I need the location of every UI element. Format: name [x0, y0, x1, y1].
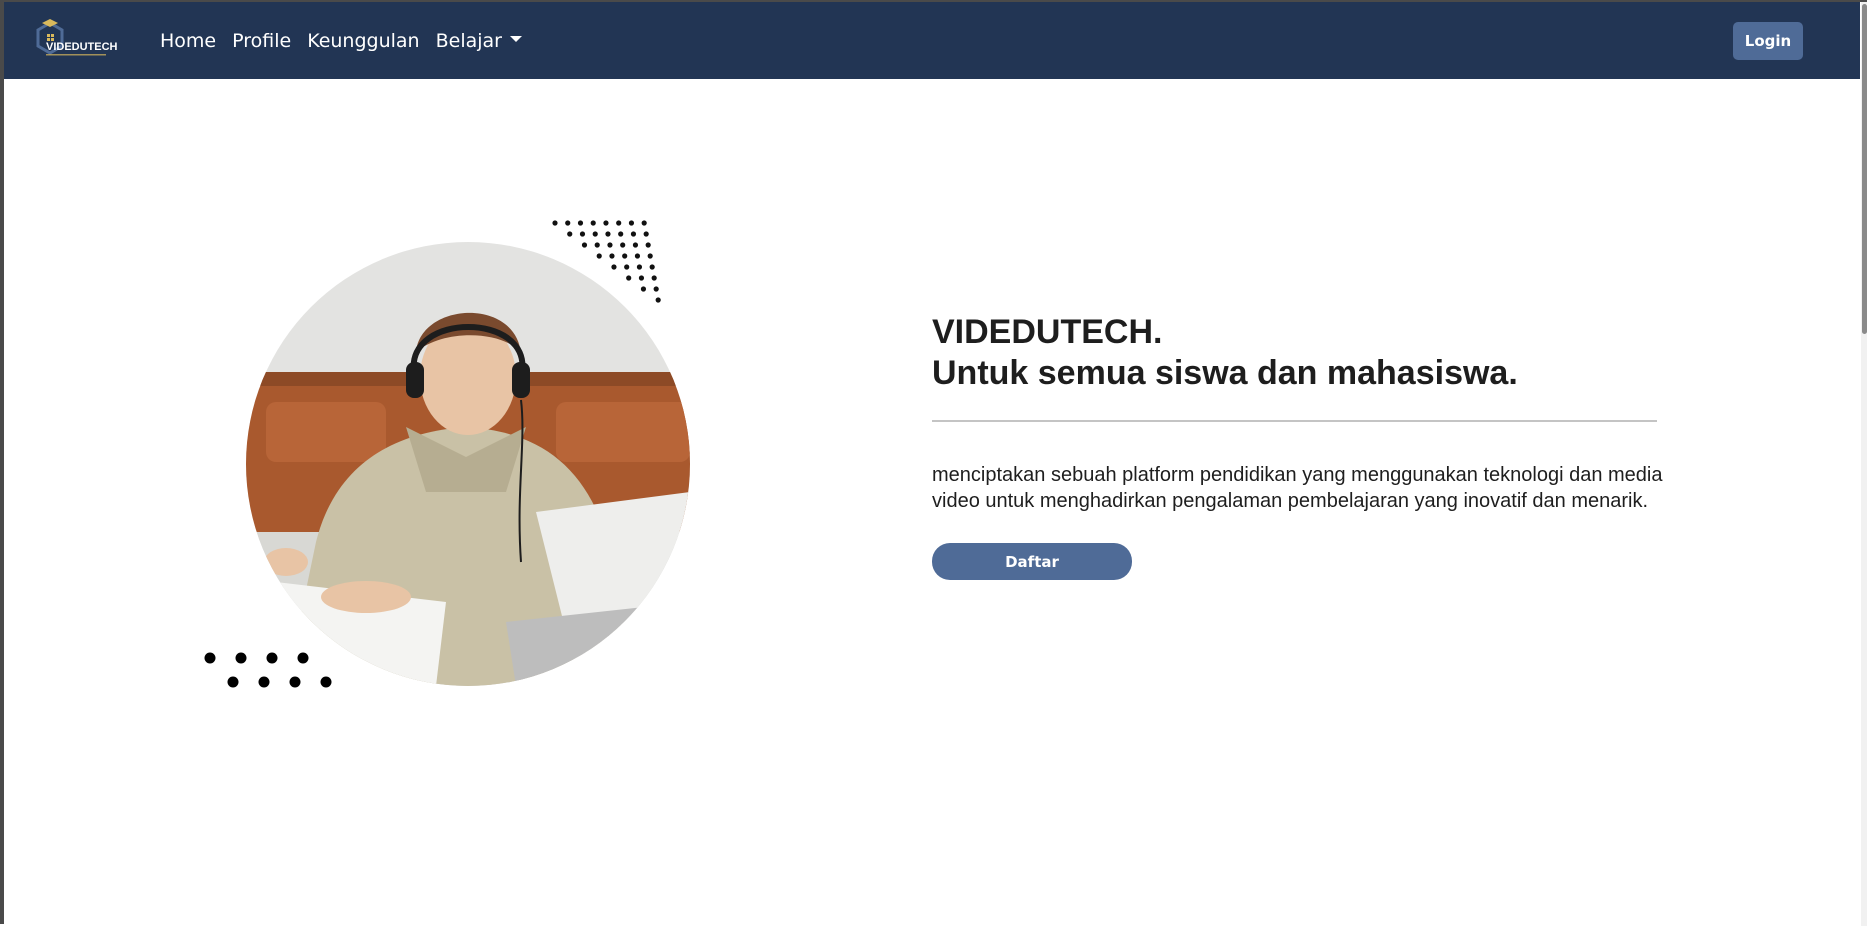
- chevron-down-icon: [510, 36, 522, 42]
- nav-belajar-label: Belajar: [435, 29, 502, 52]
- decorative-dot: [628, 220, 635, 226]
- decorative-dot: [653, 286, 659, 292]
- navbar: VIDEDUTECH Home Profile Keunggulan Belaj…: [4, 2, 1860, 79]
- decorative-dot: [607, 242, 613, 248]
- decorative-dot: [581, 242, 588, 248]
- scrollbar-thumb[interactable]: [1862, 4, 1867, 334]
- brand-logo[interactable]: VIDEDUTECH: [32, 16, 128, 68]
- hero-description: menciptakan sebuah platform pendidikan y…: [932, 464, 1663, 512]
- decorative-dot: [320, 676, 332, 688]
- logo-icon: VIDEDUTECH: [36, 19, 118, 56]
- hero-title: VIDEDUTECH. Untuk semua siswa dan mahasi…: [932, 312, 1672, 394]
- student-with-headphones-photo: [246, 242, 690, 686]
- decorative-dot: [651, 275, 657, 281]
- decorative-dot: [567, 231, 573, 237]
- nav-keunggulan[interactable]: Keunggulan: [299, 30, 427, 52]
- decorative-dot: [592, 231, 598, 237]
- decorative-dot: [655, 297, 661, 303]
- decorative-dot: [235, 652, 247, 664]
- decorative-dot: [594, 242, 600, 248]
- decorative-dot: [577, 220, 584, 226]
- decorative-dot: [579, 231, 586, 237]
- decorative-dot: [605, 231, 611, 237]
- decorative-dot: [552, 220, 558, 226]
- decorative-dot: [622, 253, 628, 259]
- decorative-dot: [603, 220, 609, 226]
- decorative-dot: [643, 231, 649, 237]
- hero-section: VIDEDUTECH. Untuk semua siswa dan mahasi…: [932, 312, 1672, 580]
- decorative-dots-row: [204, 652, 332, 688]
- decorative-dot: [611, 264, 617, 270]
- login-button[interactable]: Login: [1733, 22, 1803, 60]
- decorative-dot: [630, 231, 637, 237]
- decorative-dot: [596, 253, 602, 259]
- decorative-dot: [297, 652, 309, 664]
- decorative-dot: [624, 264, 630, 270]
- brand-name: VIDEDUTECH: [46, 41, 118, 53]
- decorative-dot: [647, 253, 653, 259]
- decorative-dot: [641, 220, 647, 226]
- decorative-dot: [266, 652, 278, 664]
- decorative-dot: [640, 286, 647, 292]
- nav-home[interactable]: Home: [160, 30, 224, 52]
- decorative-dot: [609, 253, 615, 259]
- decorative-dot: [634, 253, 641, 259]
- decorative-dot: [645, 242, 651, 248]
- decorative-dot: [616, 220, 622, 226]
- decorative-dot: [626, 275, 632, 281]
- decorative-dot: [227, 676, 239, 688]
- decorative-dot: [632, 242, 639, 248]
- decorative-dot: [258, 676, 270, 688]
- nav-belajar-dropdown[interactable]: Belajar: [428, 30, 530, 52]
- hero-title-line1: VIDEDUTECH.: [932, 313, 1163, 351]
- decorative-dot: [204, 652, 216, 664]
- daftar-button[interactable]: Daftar: [932, 543, 1132, 580]
- decorative-dot: [636, 264, 643, 270]
- decorative-dot: [590, 220, 596, 226]
- nav-profile[interactable]: Profile: [224, 30, 299, 52]
- decorative-dot: [289, 676, 301, 688]
- decorative-dot: [638, 275, 645, 281]
- hero-image: [246, 242, 690, 686]
- decorative-dot: [649, 264, 655, 270]
- hero-title-line2: Untuk semua siswa dan mahasiswa.: [932, 354, 1518, 392]
- hero-divider: [932, 420, 1657, 422]
- nav-links: Home Profile Keunggulan Belajar: [160, 2, 530, 79]
- decorative-dot: [565, 220, 571, 226]
- decorative-dot: [620, 242, 626, 248]
- decorative-dot: [618, 231, 624, 237]
